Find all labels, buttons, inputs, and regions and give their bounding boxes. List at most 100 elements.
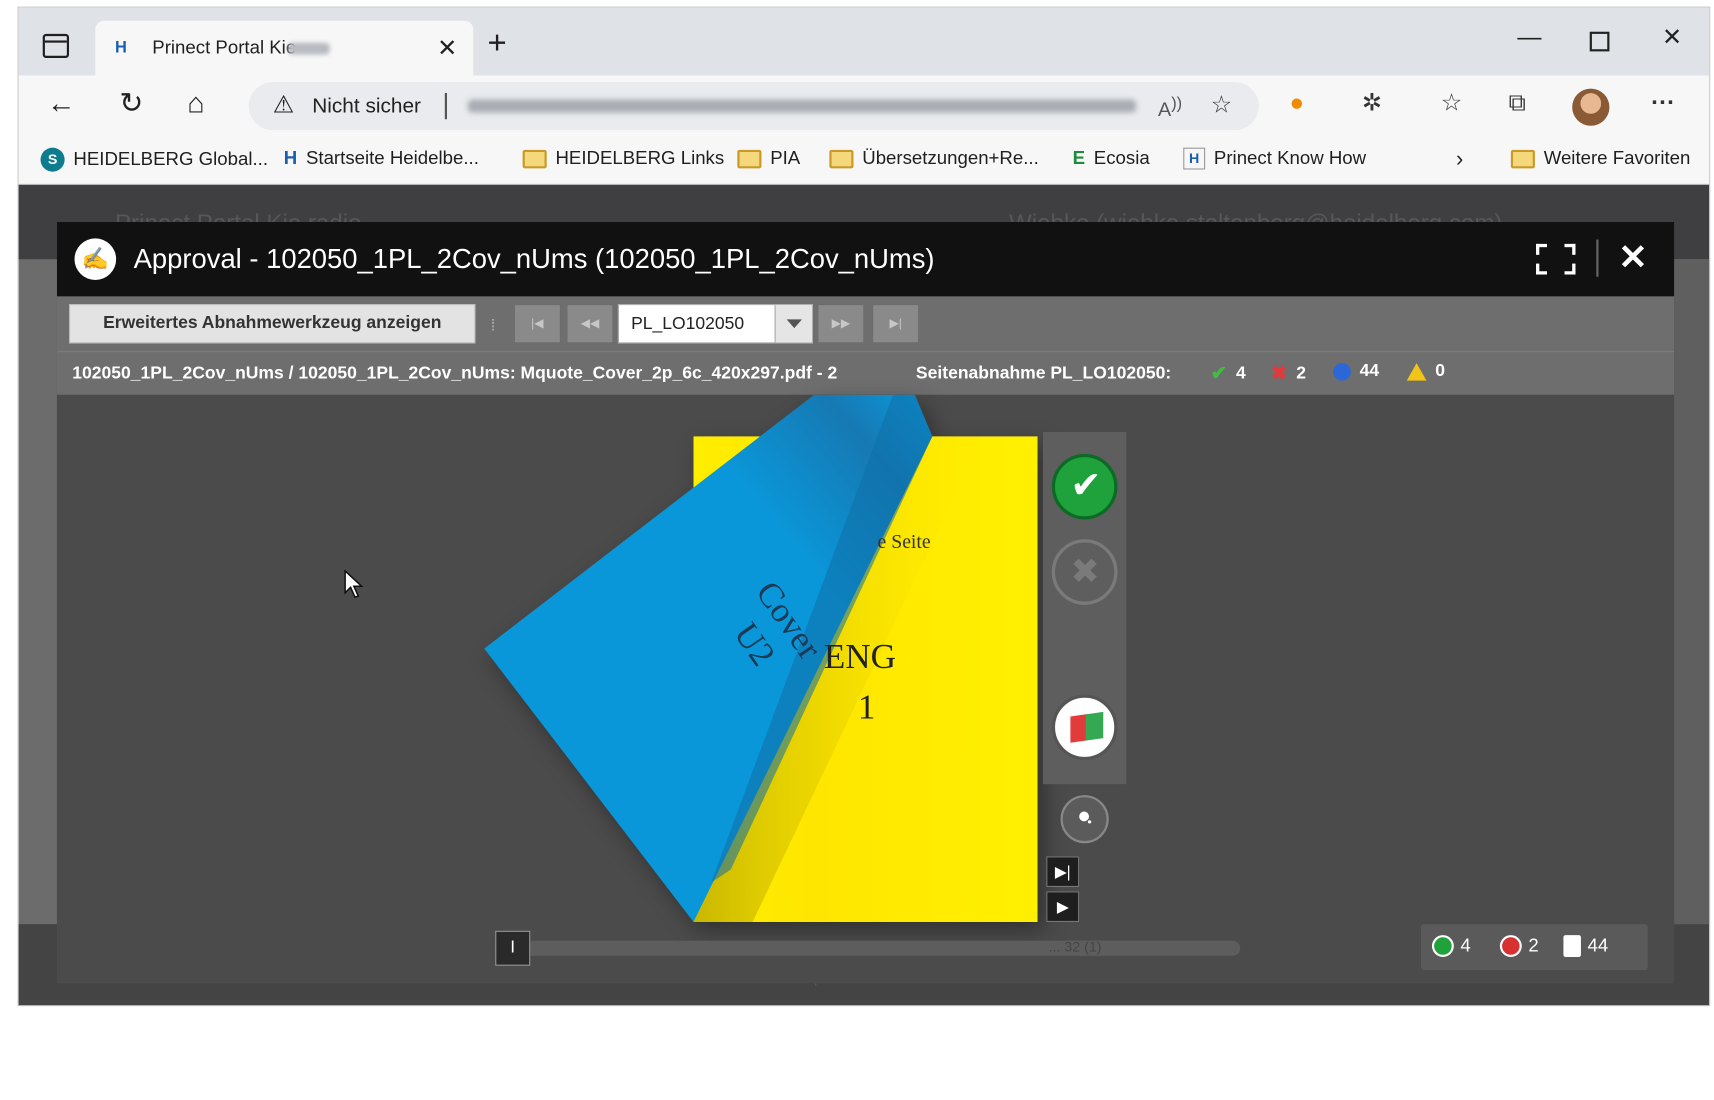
extension-fruit-icon[interactable]: ● <box>1290 90 1305 115</box>
close-tab-icon[interactable]: ✕ <box>437 34 457 62</box>
page-approval-label: Seitenabnahme PL_LO102050: <box>915 364 1172 383</box>
page-slider-handle[interactable]: I <box>495 930 531 966</box>
yellow-page-text-1: e Seite <box>878 531 931 553</box>
tab-title-redacted <box>288 42 330 55</box>
yellow-page-text-2: ENG <box>824 637 896 676</box>
approve-page-button[interactable] <box>1051 453 1118 520</box>
bookmark-label: Prinect Know How <box>1213 147 1367 169</box>
pending-value: 44 <box>1359 362 1380 381</box>
close-window-icon[interactable]: ✕ <box>1662 23 1682 51</box>
bookmark-prinect-know-how[interactable]: H Prinect Know How <box>1183 147 1367 170</box>
bookmark-startseite[interactable]: H Startseite Heidelbe... <box>284 148 479 170</box>
navigation-bar: ← ↻ ⌂ ⚠ Nicht sicher A)) ☆ ● ✲ ☆ ⧉ ··· <box>18 75 1710 137</box>
bookmark-pia[interactable]: PIA <box>737 148 800 170</box>
check-icon: ✔ <box>1210 362 1228 384</box>
approval-dialog: ✍ Approval - 102050_1PL_2Cov_nUms (10205… <box>56 222 1675 984</box>
title-separator <box>1596 239 1599 277</box>
stats-approved: 4 <box>1431 935 1471 957</box>
heidelberg-favicon-icon: H <box>115 38 127 57</box>
bookmarks-bar: S HEIDELBERG Global... H Startseite Heid… <box>18 136 1710 185</box>
chevron-down-icon[interactable] <box>774 305 812 343</box>
approved-value: 4 <box>1235 363 1246 383</box>
security-status[interactable]: Nicht sicher <box>312 95 421 119</box>
close-dialog-icon[interactable]: ✕ <box>1618 236 1647 278</box>
pending-count: 44 <box>1333 362 1379 382</box>
reject-page-button[interactable] <box>1051 539 1118 605</box>
approved-count: ✔ 4 <box>1211 362 1246 385</box>
skip-to-end-icon[interactable]: ▶| <box>1046 856 1080 887</box>
bookmark-label: Startseite Heidelbe... <box>305 147 479 169</box>
h-box-icon: H <box>1183 147 1206 170</box>
page-viewer[interactable]: e Seite ENG 1 Cover U2 ▶| ▶ ... 32 (1) I <box>56 394 1675 984</box>
extensions-icon[interactable]: ✲ <box>1362 90 1382 115</box>
reload-icon[interactable]: ↻ <box>119 89 143 117</box>
maximize-icon[interactable] <box>1589 31 1610 52</box>
warning-count: 0 <box>1406 362 1445 382</box>
approval-side-panel <box>1043 432 1127 785</box>
tab-actions-icon[interactable] <box>42 33 70 58</box>
bookmark-uebersetzungen[interactable]: Übersetzungen+Re... <box>829 148 1039 170</box>
first-page-button[interactable]: |◀ <box>513 304 561 344</box>
bookmark-label: Weitere Favoriten <box>1543 147 1691 169</box>
bookmark-weitere-favoriten[interactable]: Weitere Favoriten <box>1510 147 1691 170</box>
profile-avatar[interactable] <box>1572 88 1610 126</box>
folder-icon <box>829 149 854 168</box>
browser-tab[interactable]: H Prinect Portal Kie ✕ <box>95 20 474 76</box>
back-icon[interactable]: ← <box>47 89 75 117</box>
bookmark-label: PIA <box>770 147 801 169</box>
favorites-icon[interactable]: ☆ <box>1441 90 1463 115</box>
pages-icon <box>1563 935 1581 957</box>
dialog-title-bar: ✍ Approval - 102050_1PL_2Cov_nUms (10205… <box>56 222 1675 297</box>
zoom-icon[interactable] <box>1060 795 1109 844</box>
x-icon: ✖ <box>1270 362 1288 384</box>
bookmark-heidelberg-links[interactable]: HEIDELBERG Links <box>522 148 724 170</box>
bookmarks-overflow-chevron-icon[interactable]: › <box>1456 148 1463 173</box>
minimize-icon[interactable]: — <box>1517 23 1541 51</box>
page-scrollbar[interactable] <box>1672 259 1710 925</box>
address-bar[interactable]: ⚠ Nicht sicher A)) ☆ <box>248 82 1259 131</box>
bookmark-heidelberg-global[interactable]: S HEIDELBERG Global... <box>40 147 268 172</box>
page-preview[interactable]: e Seite ENG 1 Cover U2 <box>479 388 1049 924</box>
next-page-button[interactable]: ▶▶ <box>817 304 865 344</box>
last-page-button[interactable]: ▶| <box>872 304 920 344</box>
e-icon: E <box>1072 147 1086 169</box>
page-slider-track[interactable] <box>495 940 1241 956</box>
slider-label: ... 32 (1) <box>1048 938 1102 955</box>
warning-value: 0 <box>1435 362 1445 381</box>
new-tab-button[interactable]: + <box>488 27 507 60</box>
address-separator <box>444 92 448 120</box>
read-aloud-icon[interactable]: A)) <box>1158 94 1182 121</box>
h-icon: H <box>283 147 298 169</box>
rejected-page-icon <box>1499 935 1522 957</box>
play-icon[interactable]: ▶ <box>1046 891 1080 922</box>
yellow-page-text-3: 1 <box>858 688 876 727</box>
url-text-redacted[interactable] <box>467 99 1137 113</box>
add-favorite-icon[interactable]: ☆ <box>1211 91 1233 119</box>
collections-icon[interactable]: ⧉ <box>1509 90 1526 115</box>
browser-window: H Prinect Portal Kie ✕ + — ✕ ← ↻ ⌂ ⚠ Nic… <box>17 6 1711 1007</box>
pending-dot-icon <box>1333 363 1351 381</box>
tab-strip: H Prinect Portal Kie ✕ + — ✕ <box>18 7 1710 76</box>
layout-select-value: PL_LO102050 <box>631 314 745 334</box>
stats-rejected: 2 <box>1499 935 1539 957</box>
folder-icon <box>522 149 547 168</box>
tab-title: Prinect Portal Kie <box>152 37 297 58</box>
approval-stats-box: 4 2 44 <box>1420 924 1648 971</box>
compare-pages-button[interactable] <box>1051 694 1118 761</box>
bookmark-ecosia[interactable]: E Ecosia <box>1073 148 1150 170</box>
advanced-approval-tool-button[interactable]: Erweitertes Abnahmewerkzeug anzeigen <box>69 304 476 344</box>
stats-approved-value: 4 <box>1460 935 1471 956</box>
warning-icon[interactable]: ⚠ <box>273 91 295 119</box>
more-menu-icon[interactable]: ··· <box>1651 90 1675 115</box>
bookmark-label: Ecosia <box>1093 147 1150 169</box>
folder-icon <box>1510 149 1535 168</box>
layout-select[interactable]: PL_LO102050 <box>617 304 813 344</box>
mouse-cursor-icon <box>344 569 364 599</box>
s-icon: S <box>40 147 65 172</box>
previous-page-button[interactable]: ◀◀ <box>566 304 614 344</box>
home-icon[interactable]: ⌂ <box>187 89 204 117</box>
stats-rejected-value: 2 <box>1528 935 1539 956</box>
fullscreen-icon[interactable] <box>1536 243 1576 275</box>
file-path: 102050_1PL_2Cov_nUms / 102050_1PL_2Cov_n… <box>72 364 838 383</box>
approved-page-icon <box>1431 935 1454 957</box>
